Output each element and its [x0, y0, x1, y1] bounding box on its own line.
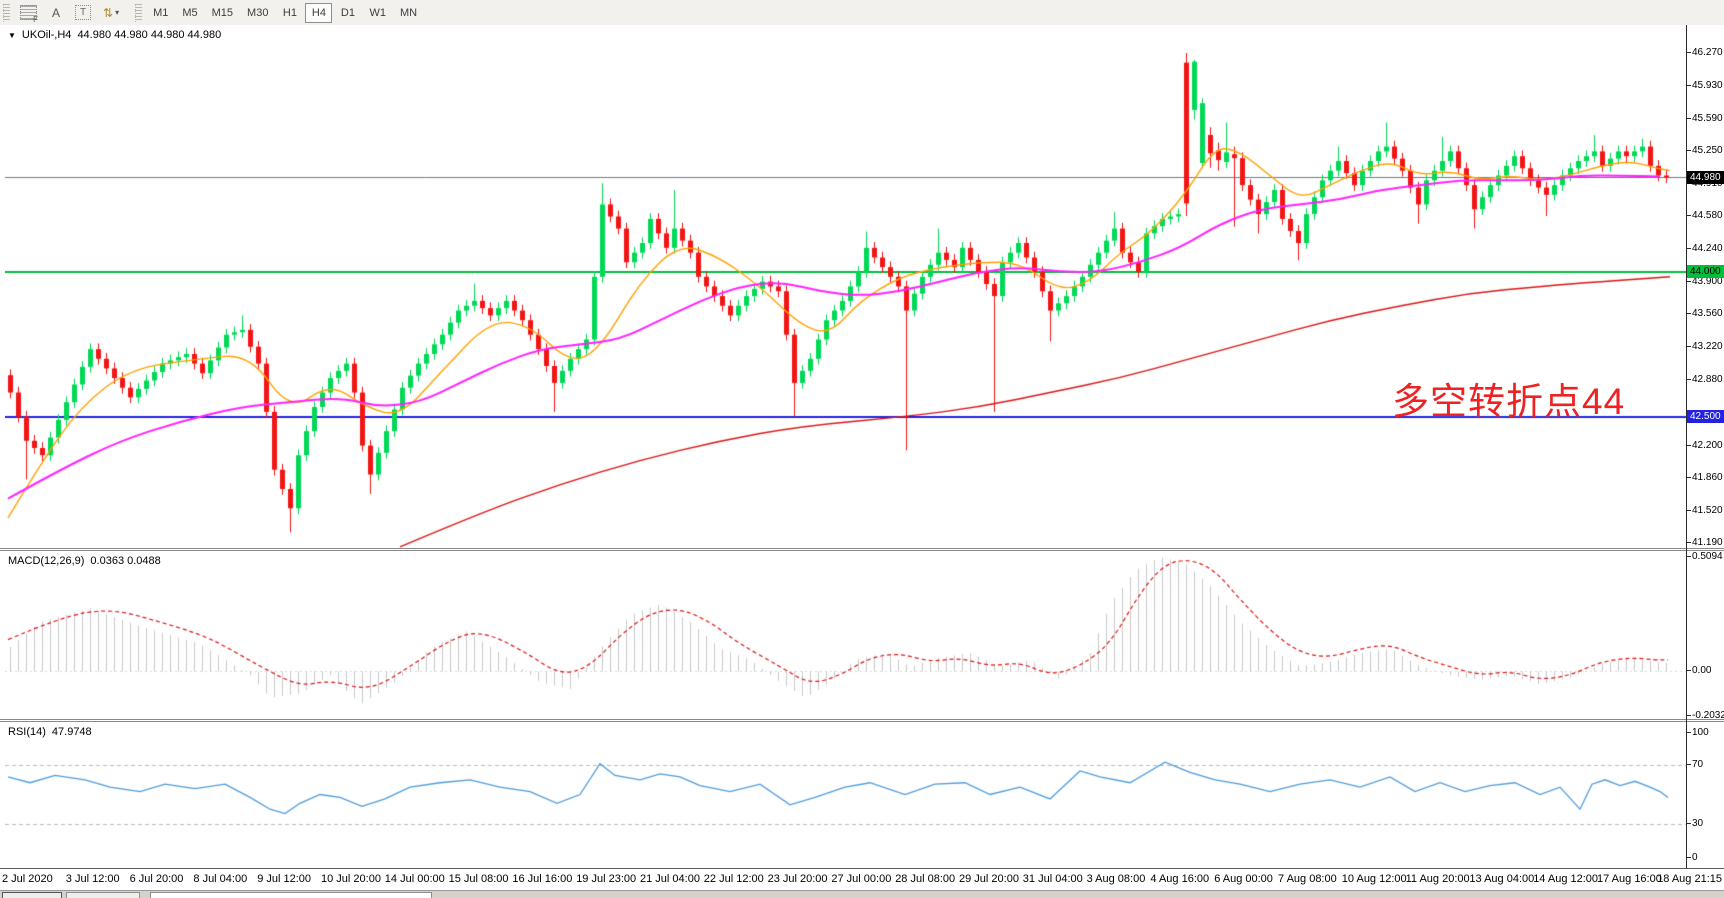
time-label: 18 Aug 21:15: [1657, 873, 1722, 885]
chart-tabs-bar: [0, 890, 1724, 898]
time-label: 10 Jul 20:00: [321, 873, 381, 885]
timeframe-button-H1[interactable]: H1: [276, 3, 303, 23]
chart-ohlc-values: 44.980 44.980 44.980 44.980: [77, 29, 221, 41]
price-tick: 45.590: [1692, 113, 1723, 124]
text-box-button[interactable]: T: [70, 3, 96, 23]
price-tick: 45.250: [1692, 145, 1723, 156]
rsi-axis-tick: 100: [1692, 727, 1709, 738]
chevron-down-icon: ▾: [115, 8, 119, 17]
rsi-value: 47.9748: [52, 726, 92, 738]
price-tick: 41.520: [1692, 505, 1723, 516]
time-label: 16 Jul 16:00: [512, 873, 572, 885]
time-label: 6 Aug 00:00: [1214, 873, 1273, 885]
price-tick: 43.560: [1692, 308, 1723, 319]
arrange-button[interactable]: ⇅ ▾: [98, 3, 124, 23]
chart-tab[interactable]: [150, 892, 432, 898]
timeframe-button-D1[interactable]: D1: [334, 3, 361, 23]
time-label: 11 Aug 20:00: [1406, 873, 1470, 885]
time-label: 6 Jul 20:00: [130, 873, 184, 885]
grid-icon: F: [20, 5, 37, 20]
price-tick: 46.270: [1692, 47, 1723, 58]
chart-title: ▼ UKOil-,H4 44.980 44.980 44.980 44.980: [8, 29, 221, 41]
time-label: 10 Aug 12:00: [1342, 873, 1407, 885]
price-tick: 44.240: [1692, 243, 1723, 254]
time-label: 3 Jul 12:00: [66, 873, 120, 885]
chart-tab[interactable]: [66, 892, 140, 898]
timeframe-button-H4[interactable]: H4: [305, 3, 332, 23]
time-label: 9 Jul 12:00: [257, 873, 311, 885]
time-label: 17 Aug 16:00: [1597, 873, 1662, 885]
time-label: 7 Aug 08:00: [1278, 873, 1337, 885]
time-label: 8 Jul 04:00: [193, 873, 247, 885]
time-axis[interactable]: 2 Jul 2020 3 Jul 12:00 6 Jul 20:00 8 Jul 04…: [0, 868, 1724, 890]
chart-dropdown-icon[interactable]: ▼: [8, 31, 16, 40]
time-label: 29 Jul 20:00: [959, 873, 1019, 885]
toolbar-grip: [3, 4, 10, 22]
time-label: 28 Jul 08:00: [895, 873, 955, 885]
time-label: 22 Jul 12:00: [704, 873, 764, 885]
time-label: 27 Jul 00:00: [831, 873, 891, 885]
time-label: 21 Jul 04:00: [640, 873, 700, 885]
price-badge-42.500: 42.500: [1687, 410, 1724, 423]
arrange-arrows-icon: ⇅: [103, 6, 113, 20]
macd-axis-tick: -0.2032: [1692, 710, 1724, 721]
terminal-window: F A T ⇅ ▾ M1M5M15M30H1H4D1W1MN ▼ UKOil-,…: [0, 0, 1724, 898]
price-tick: 42.880: [1692, 374, 1723, 385]
price-tick: 45.930: [1692, 80, 1723, 91]
price-tick: 41.860: [1692, 472, 1723, 483]
time-label: 19 Jul 23:00: [576, 873, 636, 885]
macd-canvas[interactable]: [5, 551, 1687, 719]
timeframe-button-W1[interactable]: W1: [363, 3, 392, 23]
rsi-label: RSI(14) 47.9748: [8, 726, 92, 738]
macd-axis-tick: 0.00: [1692, 665, 1711, 676]
chart-symbol-label: UKOil-,H4: [22, 29, 72, 41]
timeframe-button-MN[interactable]: MN: [394, 3, 423, 23]
symbol-grid-button[interactable]: F: [15, 3, 42, 23]
price-tick: 43.220: [1692, 341, 1723, 352]
main-chart-panel: ▼ UKOil-,H4 44.980 44.980 44.980 44.980 …: [0, 25, 1724, 548]
price-tick: 44.580: [1692, 210, 1723, 221]
price-tick: 42.200: [1692, 440, 1723, 451]
macd-label: MACD(12,26,9) 0.0363 0.0488: [8, 555, 161, 567]
text-box-icon: T: [75, 5, 91, 20]
macd-values: 0.0363 0.0488: [90, 555, 160, 567]
macd-panel: MACD(12,26,9) 0.0363 0.0488: [0, 551, 1724, 719]
time-label: 14 Jul 00:00: [385, 873, 445, 885]
annotation-text[interactable]: 多空转折点44: [1392, 371, 1625, 425]
text-label-button[interactable]: A: [44, 3, 68, 23]
time-label: 2 Jul 2020: [2, 873, 53, 885]
letter-a-icon: A: [52, 6, 60, 20]
time-label: 23 Jul 20:00: [768, 873, 828, 885]
price-badge-44.000: 44.000: [1687, 265, 1724, 278]
timeframe-button-M5[interactable]: M5: [176, 3, 203, 23]
time-label: 31 Jul 04:00: [1023, 873, 1083, 885]
rsi-panel: RSI(14) 47.9748: [0, 722, 1724, 868]
time-label: 14 Aug 12:00: [1533, 873, 1598, 885]
time-label: 3 Aug 08:00: [1087, 873, 1146, 885]
toolbar-grip-2: [135, 4, 142, 22]
toolbar: F A T ⇅ ▾ M1M5M15M30H1H4D1W1MN: [0, 0, 1724, 26]
timeframe-group: M1M5M15M30H1H4D1W1MN: [146, 3, 424, 23]
price-badge-44.980: 44.980: [1687, 171, 1724, 184]
rsi-axis-tick: 30: [1692, 818, 1703, 829]
time-label: 13 Aug 04:00: [1469, 873, 1534, 885]
price-chart-canvas[interactable]: [5, 25, 1687, 548]
time-label: 15 Jul 08:00: [449, 873, 509, 885]
chart-tab[interactable]: [2, 892, 62, 898]
time-label: 4 Aug 16:00: [1150, 873, 1209, 885]
price-axis[interactable]: 46.27045.93045.59045.25044.91044.58044.2…: [1686, 25, 1724, 868]
timeframe-button-M1[interactable]: M1: [147, 3, 174, 23]
timeframe-button-M30[interactable]: M30: [241, 3, 274, 23]
rsi-canvas[interactable]: [5, 722, 1687, 868]
price-tick: 41.190: [1692, 537, 1723, 548]
timeframe-button-M15[interactable]: M15: [206, 3, 239, 23]
macd-axis-tick: 0.5094: [1692, 551, 1723, 562]
rsi-axis-tick: 0: [1692, 852, 1698, 863]
rsi-axis-tick: 70: [1692, 759, 1703, 770]
